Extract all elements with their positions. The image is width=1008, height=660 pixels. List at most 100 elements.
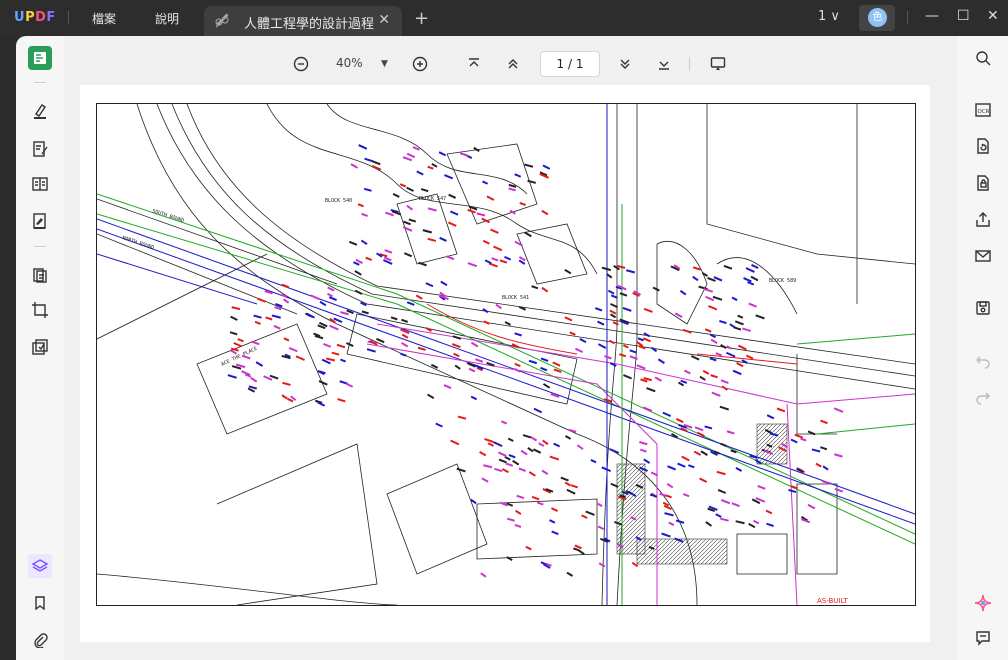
protect-button[interactable]: [28, 335, 52, 359]
menu-help[interactable]: 說明: [155, 10, 179, 27]
annotation-tick: [736, 361, 744, 368]
menu-file[interactable]: 檔案: [92, 10, 116, 27]
annotation-tick: [354, 270, 362, 276]
zoom-level[interactable]: 40%: [336, 56, 363, 70]
annotation-tick: [365, 256, 373, 262]
annotation-tick: [508, 187, 516, 192]
annotation-tick: [295, 355, 305, 361]
annotation-tick: [532, 448, 542, 454]
annotation-tick: [564, 481, 572, 487]
annotation-tick: [354, 289, 363, 295]
annotation-tick: [541, 286, 549, 293]
undo-button[interactable]: [971, 349, 995, 373]
paperclip-icon: [34, 633, 48, 648]
annotation-tick: [719, 320, 727, 325]
annotation-tick: [699, 375, 706, 381]
save-button[interactable]: [971, 296, 995, 320]
left-toolbar: [16, 36, 64, 660]
close-window-button[interactable]: ✕: [987, 8, 999, 24]
annotation-tick: [449, 210, 459, 216]
annotation-tick: [622, 307, 632, 312]
edit-pdf-button[interactable]: [28, 137, 52, 161]
annotation-tick: [735, 520, 745, 525]
annotation-tick: [514, 523, 522, 528]
annotation-tick: [446, 255, 455, 261]
annotation-tick: [470, 395, 478, 401]
zoom-dropdown-icon[interactable]: ▼: [381, 59, 388, 69]
annotation-tick: [355, 258, 363, 264]
zoom-out-icon[interactable]: [293, 56, 309, 72]
layers-button[interactable]: [28, 554, 52, 578]
last-page-icon[interactable]: [656, 56, 672, 72]
annotation-tick: [250, 377, 258, 383]
reader-mode-button[interactable]: [28, 46, 52, 70]
presentation-icon[interactable]: [710, 56, 726, 72]
annotation-tick: [506, 517, 515, 522]
annotation-tick: [811, 448, 821, 453]
annotation-tick: [720, 442, 727, 448]
annotation-tick: [504, 255, 512, 261]
annotation-tick: [482, 180, 489, 185]
ocr-button[interactable]: OCR: [971, 98, 995, 122]
annotation-tick: [746, 354, 754, 360]
annotation-tick: [479, 450, 487, 457]
attachment-button[interactable]: [28, 628, 52, 652]
bookmark-button[interactable]: [28, 591, 52, 615]
convert-button[interactable]: [28, 263, 52, 287]
annotation-tick: [269, 374, 279, 380]
annotation-tick: [527, 447, 534, 453]
organize-pages-button[interactable]: [28, 172, 52, 196]
page-number-input[interactable]: 1 / 1: [540, 51, 600, 77]
annotation-tick: [702, 369, 710, 375]
annotation-tick: [281, 394, 288, 400]
crop-button[interactable]: [28, 298, 52, 322]
annotation-tick: [541, 209, 549, 216]
avatar-letter: 色: [868, 8, 887, 27]
annotation-tick: [406, 301, 415, 306]
annotation-tick: [820, 446, 828, 451]
share-button[interactable]: [971, 208, 995, 232]
annotation-tick: [564, 268, 572, 275]
annotation-tick: [742, 327, 752, 332]
avatar[interactable]: 色: [859, 5, 895, 31]
annotation-tick: [514, 368, 521, 373]
annotation-tick: [516, 494, 525, 500]
new-tab-button[interactable]: +: [414, 8, 429, 29]
redo-button[interactable]: [971, 385, 995, 409]
comments-panel-button[interactable]: [971, 626, 995, 650]
annotation-tick: [482, 308, 489, 314]
protect-pdf-button[interactable]: [971, 171, 995, 195]
annotation-tick: [612, 321, 619, 326]
next-page-icon[interactable]: [617, 56, 633, 72]
annotation-tick: [519, 201, 526, 206]
first-page-icon[interactable]: [466, 56, 482, 72]
previous-page-icon[interactable]: [505, 56, 521, 72]
annotation-tick: [500, 420, 508, 425]
ai-assistant-button[interactable]: [971, 591, 995, 615]
search-button[interactable]: [971, 46, 995, 70]
annotation-tick: [564, 435, 572, 440]
annotation-tick: [610, 294, 618, 299]
annotation-tick: [364, 157, 373, 163]
maximize-button[interactable]: ☐: [957, 8, 970, 24]
annotation-tick: [401, 333, 409, 339]
page-count-dropdown[interactable]: 1 ∨: [818, 9, 840, 24]
annotation-tick: [788, 488, 797, 494]
tab-close-icon[interactable]: ✕: [378, 12, 390, 28]
comment-button[interactable]: [28, 99, 52, 123]
annotation-tick: [515, 509, 522, 515]
convert-pdf-button[interactable]: [971, 134, 995, 158]
document-viewer[interactable]: 40% ▼ 1 / 1 BLOCK 540 BLOCK 547 BLOCK 54…: [64, 36, 958, 660]
annotation-tick: [501, 468, 509, 474]
annotation-tick: [290, 395, 297, 401]
document-tab[interactable]: 人體工程學的設計過程 ✕: [204, 6, 402, 36]
annotation-tick: [700, 450, 708, 456]
annotation-tick: [794, 433, 803, 439]
email-button[interactable]: [971, 244, 995, 268]
annotation-tick: [512, 459, 520, 466]
zoom-in-icon[interactable]: [412, 56, 428, 72]
fill-sign-button[interactable]: [28, 209, 52, 233]
minimize-button[interactable]: —: [925, 8, 939, 24]
annotation-tick: [522, 434, 531, 439]
annotation-tick: [715, 352, 723, 357]
